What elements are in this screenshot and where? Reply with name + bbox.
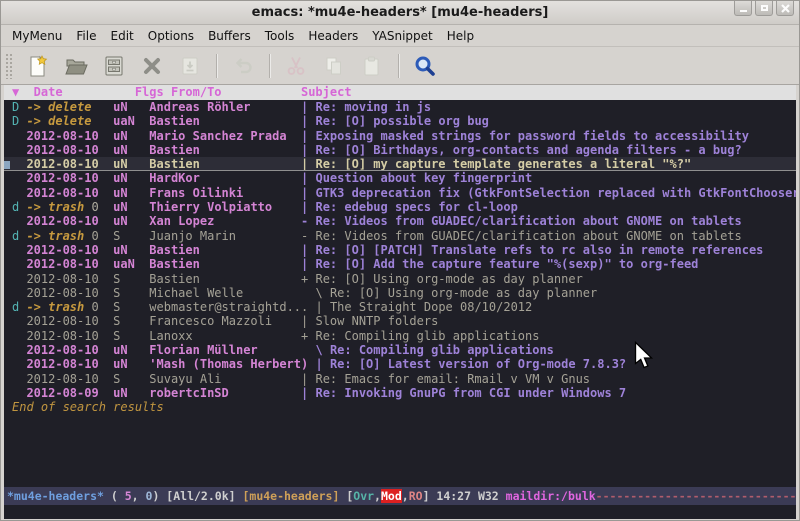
table-row[interactable]: 2012-08-10 uN Mario Sanchez Prada | Expo… [4,129,796,143]
menubar: MyMenuFileEditOptionsBuffersToolsHeaders… [1,25,799,47]
toolbar-new-file-button[interactable] [22,50,54,82]
toolbar-save-button[interactable] [98,50,130,82]
toolbar-close-buffer-button[interactable] [136,50,168,82]
end-of-results: End of search results [4,400,796,414]
minimize-button[interactable] [734,1,752,16]
table-row[interactable]: 2012-08-10 S Suvayu Ali | Re: Emacs for … [4,372,796,386]
emacs-window: emacs: *mu4e-headers* [mu4e-headers] MyM… [0,0,800,521]
table-row[interactable]: 2012-08-09 uN robertcInSD | Re: Invoking… [4,386,796,400]
minimize-icon [740,10,747,12]
close-buffer-icon [140,54,164,78]
table-row[interactable]: 2012-08-10 S Lanoxx + Re: Compiling glib… [4,329,796,343]
toolbar-save-as-button[interactable] [174,50,206,82]
new-file-icon [26,54,50,78]
cut-icon [284,54,308,78]
window-titlebar[interactable]: emacs: *mu4e-headers* [mu4e-headers] [1,1,799,25]
table-row[interactable]: 2012-08-10 uaN Bastien | Re: [O] Add the… [4,257,796,271]
table-row[interactable]: d -> trash 0 S Juanjo Marin - Re: Videos… [4,229,796,243]
table-row[interactable]: 2012-08-10 uN Florian Müllner \ Re: Comp… [4,343,796,357]
toolbar-copy-button[interactable] [318,50,350,82]
paste-icon [360,54,384,78]
table-row[interactable]: D -> delete uN Andreas Röhler | Re: movi… [4,100,796,114]
table-row[interactable]: d -> trash 0 S webmaster@straightd... | … [4,300,796,314]
save-as-icon [178,54,202,78]
toolbar-cut-button[interactable] [280,50,312,82]
editor-area: ▼ Date Flgs From/To Subject D -> delete … [1,85,799,519]
toolbar-paste-button[interactable] [356,50,388,82]
table-row[interactable]: D -> delete uaN Bastien | Re: [O] possib… [4,114,796,128]
table-row[interactable]: 2012-08-10 uN Bastien | Re: [O] my captu… [4,157,796,171]
table-row[interactable]: 2012-08-10 uN Bastien | Re: [O] [PATCH] … [4,243,796,257]
window-controls [734,1,794,16]
table-row[interactable]: d -> trash 0 uN Thierry Volpiatto | Re: … [4,200,796,214]
toolbar-drag-handle[interactable] [5,53,13,79]
copy-icon [322,54,346,78]
fringe-cursor-marker [4,161,10,169]
toolbar-separator [269,54,270,78]
table-row[interactable]: 2012-08-10 uN Bastien | Re: [O] Birthday… [4,143,796,157]
menu-item-buffers[interactable]: Buffers [201,27,258,45]
undo-icon [231,54,255,78]
menu-item-edit[interactable]: Edit [104,27,141,45]
open-folder-icon [64,54,88,78]
menu-item-headers[interactable]: Headers [301,27,365,45]
mouse-cursor [634,341,653,370]
message-list: D -> delete uN Andreas Röhler | Re: movi… [4,100,796,400]
toolbar-open-button[interactable] [60,50,92,82]
table-row[interactable]: 2012-08-10 S Bastien + Re: [O] Using org… [4,272,796,286]
table-row[interactable]: 2012-08-10 S Francesco Mazzoli | Slow NN… [4,314,796,328]
toolbar-separator [398,54,399,78]
window-title: emacs: *mu4e-headers* [mu4e-headers] [252,5,549,20]
menu-item-options[interactable]: Options [141,27,201,45]
modeline[interactable]: *mu4e-headers* ( 5, 0) [All/2.0k] [mu4e-… [4,487,796,505]
close-button[interactable] [776,1,794,16]
table-row[interactable]: 2012-08-10 uN HardKor | Question about k… [4,171,796,185]
menu-item-tools[interactable]: Tools [258,27,302,45]
column-header-line[interactable]: ▼ Date Flgs From/To Subject [4,85,796,100]
search-icon [413,54,437,78]
maximize-button[interactable] [755,1,773,16]
table-row[interactable]: 2012-08-10 S Michael Welle \ Re: [O] Usi… [4,286,796,300]
minibuffer-echo-area[interactable] [4,505,796,519]
save-icon [102,54,126,78]
toolbar-undo-button[interactable] [227,50,259,82]
table-row[interactable]: 2012-08-10 uN 'Mash (Thomas Herbert) | R… [4,357,796,371]
toolbar-separator [216,54,217,78]
menu-item-help[interactable]: Help [440,27,481,45]
table-row[interactable]: 2012-08-10 uN Frans Oilinki | GTK3 depre… [4,186,796,200]
table-row[interactable]: 2012-08-10 uN Xan Lopez - Re: Videos fro… [4,214,796,228]
close-icon [781,4,790,13]
toolbar [1,47,799,85]
mu4e-headers-buffer[interactable]: ▼ Date Flgs From/To Subject D -> delete … [4,85,796,487]
maximize-icon [761,5,768,11]
menu-item-mymenu[interactable]: MyMenu [5,27,69,45]
menu-item-yasnippet[interactable]: YASnippet [365,27,440,45]
toolbar-search-button[interactable] [409,50,441,82]
menu-item-file[interactable]: File [69,27,103,45]
